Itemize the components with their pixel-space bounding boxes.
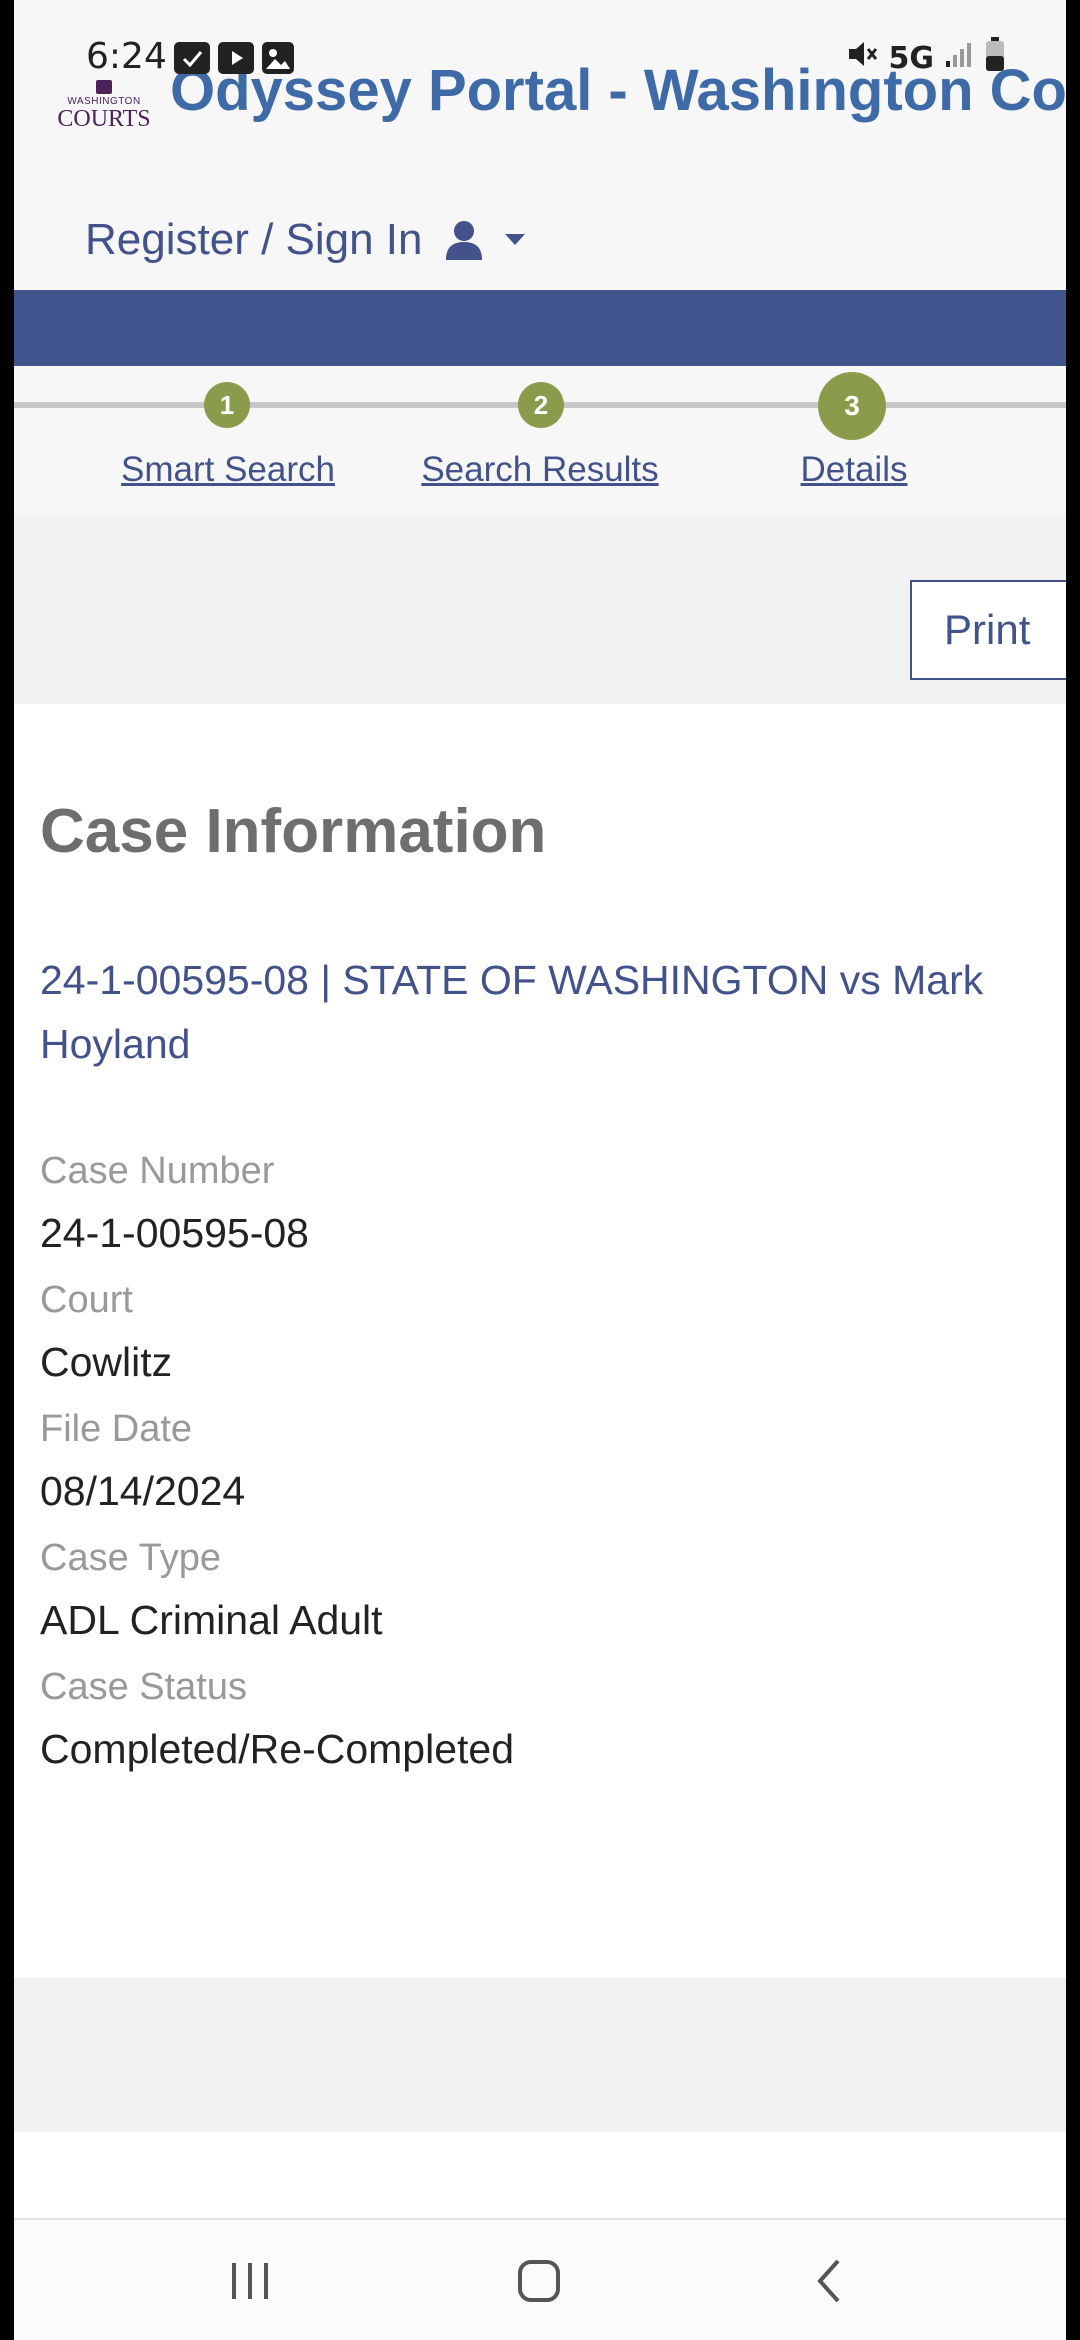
status-bar: 6:24 5G <box>14 0 1066 90</box>
system-navigation-bar <box>14 2220 1066 2340</box>
footer-strip <box>14 2132 1066 2220</box>
print-button[interactable]: Print <box>910 580 1066 680</box>
case-type-label: Case Type <box>40 1537 221 1579</box>
home-icon[interactable] <box>500 2246 580 2316</box>
back-icon[interactable] <box>790 2246 870 2316</box>
case-status-value: Completed/Re-Completed <box>40 1726 515 1772</box>
case-status-label: Case Status <box>40 1666 247 1708</box>
progress-steps: 1 Smart Search 2 Search Results 3 Detail… <box>14 366 1066 516</box>
case-number-label: Case Number <box>40 1150 275 1192</box>
battery-icon <box>984 36 1006 80</box>
screen: WASHINGTON COURTS Odyssey Portal - Washi… <box>14 0 1066 2340</box>
step-label[interactable]: Details <box>714 450 994 490</box>
step-label[interactable]: Smart Search <box>88 450 368 490</box>
user-icon <box>445 220 483 260</box>
network-label: 5G <box>888 40 935 76</box>
caret-down-icon <box>504 234 525 246</box>
recent-apps-icon[interactable] <box>210 2246 290 2316</box>
file-date-value: 08/14/2024 <box>40 1468 246 1514</box>
case-information-panel: Case Information 24-1-00595-08 | STATE O… <box>14 704 1066 1978</box>
step-label[interactable]: Search Results <box>400 450 680 490</box>
signal-icon <box>944 39 974 77</box>
footer-band <box>14 1978 1066 2132</box>
register-signin-menu[interactable]: Register / Sign In <box>85 210 525 270</box>
case-type-value: ADL Criminal Adult <box>40 1597 383 1643</box>
navigation-bar-strip <box>14 290 1066 366</box>
step-number: 3 <box>818 372 886 440</box>
step-number: 2 <box>518 382 564 428</box>
page-title: Case Information <box>40 797 547 866</box>
step-number: 1 <box>204 382 250 428</box>
logo-big-text: COURTS <box>57 106 151 132</box>
case-title-link[interactable]: 24-1-00595-08 | STATE OF WASHINGTON vs M… <box>40 948 1050 1076</box>
court-value: Cowlitz <box>40 1339 173 1385</box>
file-date-label: File Date <box>40 1408 193 1450</box>
mute-icon <box>845 37 879 79</box>
toolbar: Print <box>14 516 1066 704</box>
signin-label: Register / Sign In <box>85 215 423 264</box>
gallery-icon <box>262 42 294 74</box>
case-number-value: 24-1-00595-08 <box>40 1210 309 1256</box>
calendar-check-icon <box>174 42 210 74</box>
court-label: Court <box>40 1279 133 1321</box>
youtube-icon <box>218 42 254 74</box>
status-time: 6:24 <box>86 36 167 77</box>
